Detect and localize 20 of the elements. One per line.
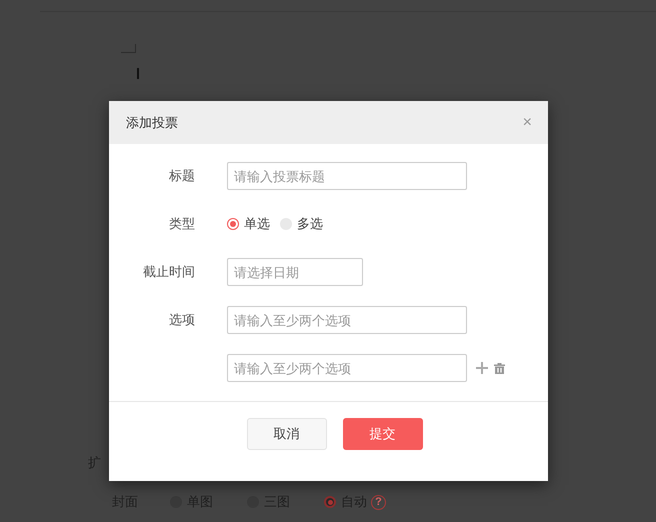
field-label: 标题: [168, 167, 195, 185]
radio-label: 单选: [244, 215, 270, 233]
help-icon[interactable]: ?: [371, 494, 386, 510]
cancel-button[interactable]: 取消: [246, 418, 326, 450]
radio-button[interactable]: [227, 218, 239, 230]
radio-button[interactable]: [324, 496, 336, 508]
field-label: 截止时间: [142, 263, 195, 281]
submit-button[interactable]: 提交: [342, 418, 422, 450]
add-icon[interactable]: [476, 362, 488, 374]
input-field[interactable]: 请输入投票标题: [227, 162, 467, 190]
field-label: 选项: [168, 311, 195, 329]
close-button[interactable]: ×: [522, 114, 532, 132]
field-label: 类型: [168, 215, 195, 233]
date-field[interactable]: 请选择日期: [227, 258, 363, 286]
radio-label: 多选: [297, 215, 323, 233]
input-field[interactable]: 请输入至少两个选项: [227, 354, 467, 382]
text-cursor: [137, 68, 139, 79]
trash-icon[interactable]: [494, 362, 505, 374]
dialog-title: 添加投票: [126, 114, 178, 132]
input-field[interactable]: 请输入至少两个选项: [227, 306, 467, 334]
